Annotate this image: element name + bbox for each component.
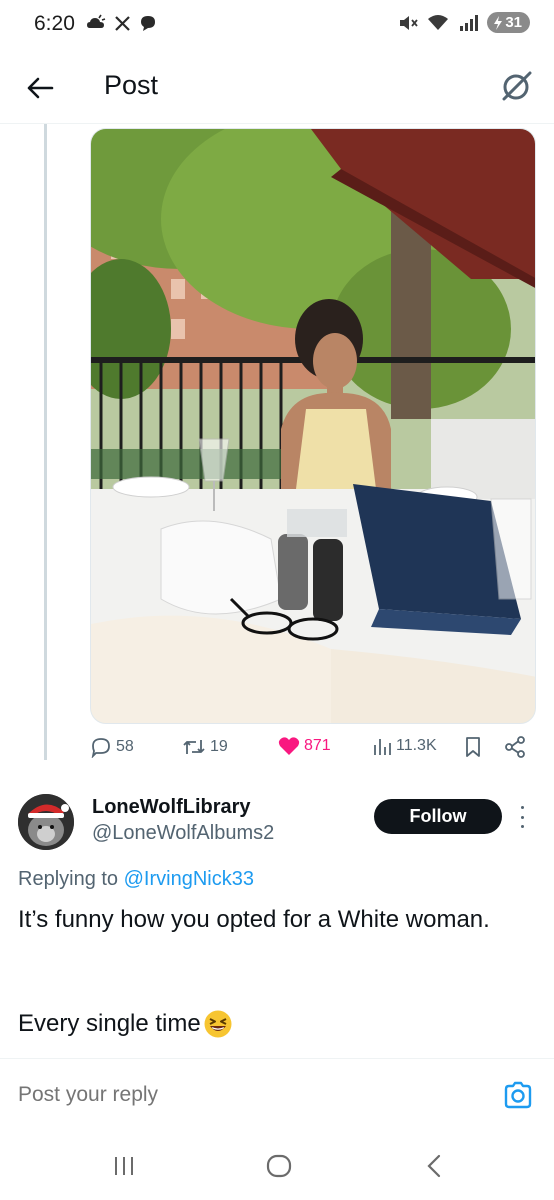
back-nav-button[interactable] — [414, 1151, 454, 1181]
replying-to-prefix: Replying to — [18, 868, 124, 890]
camera-button[interactable] — [502, 1079, 534, 1111]
back-arrow-icon — [27, 77, 54, 99]
reply-input[interactable] — [18, 1083, 289, 1107]
like-count: 871 — [304, 737, 331, 754]
restaurant-photo — [91, 129, 535, 723]
system-navigation-bar — [0, 1131, 554, 1200]
post-media-image[interactable] — [90, 128, 536, 724]
share-action[interactable] — [504, 736, 526, 758]
repost-count: 19 — [210, 738, 228, 755]
weather-icon — [87, 14, 106, 28]
battery-level: 31 — [505, 14, 522, 31]
reply-action[interactable]: 58 — [90, 736, 134, 758]
replying-to-mention[interactable]: @IrvingNick33 — [124, 868, 254, 890]
repost-action[interactable]: 19 — [182, 736, 228, 758]
reply-author-handle[interactable]: @LoneWolfAlbums2 — [92, 822, 274, 845]
reply-author-name[interactable]: LoneWolfLibrary — [92, 796, 251, 819]
status-bar: 6:20 31 — [0, 0, 554, 52]
views-bar-chart-icon — [374, 739, 391, 755]
replying-to-line: Replying to @IrvingNick33 — [18, 868, 254, 891]
status-time: 6:20 — [34, 12, 75, 35]
more-options-icon[interactable] — [514, 804, 530, 830]
chevron-left-icon — [427, 1154, 441, 1178]
grinning-squinting-face-emoji-icon — [204, 1010, 232, 1038]
grok-button[interactable] — [498, 68, 534, 104]
mute-icon — [400, 15, 419, 30]
charging-bolt-icon — [494, 15, 503, 30]
thread-connector-line — [44, 124, 47, 760]
reply-text-content: Every single time — [18, 1010, 201, 1037]
reply-icon — [91, 738, 110, 758]
bookmark-icon — [466, 737, 480, 757]
post-action-bar: 58 19 871 11.3K — [90, 736, 530, 764]
camera-icon — [504, 1081, 532, 1109]
repost-icon — [183, 740, 205, 754]
like-action[interactable]: 871 — [278, 736, 331, 756]
reply-composer — [0, 1059, 554, 1131]
bookmark-action[interactable] — [464, 736, 482, 758]
view-count: 11.3K — [396, 737, 437, 754]
battery-indicator: 31 — [487, 12, 530, 33]
reply-text-line2: Every single time — [18, 1006, 538, 1042]
recent-apps-icon — [115, 1157, 133, 1175]
top-app-bar: Post — [0, 52, 554, 124]
recent-apps-button[interactable] — [104, 1151, 144, 1181]
chat-bubble-icon — [141, 16, 155, 31]
reply-text-line1: It’s funny how you opted for a White wom… — [18, 906, 490, 933]
grok-icon — [502, 71, 532, 101]
views-action[interactable]: 11.3K — [372, 736, 437, 756]
x-logo-icon — [115, 15, 130, 31]
page-title: Post — [104, 70, 159, 100]
home-button[interactable] — [259, 1151, 299, 1181]
heart-filled-icon — [278, 737, 300, 755]
wolf-avatar-image — [18, 794, 74, 850]
back-button[interactable] — [22, 70, 58, 106]
share-icon — [505, 736, 525, 758]
signal-icon — [460, 14, 479, 31]
follow-button[interactable]: Follow — [374, 799, 502, 834]
avatar[interactable] — [18, 794, 74, 850]
wifi-icon — [428, 14, 449, 30]
home-icon — [266, 1154, 292, 1178]
reply-count: 58 — [116, 738, 134, 755]
